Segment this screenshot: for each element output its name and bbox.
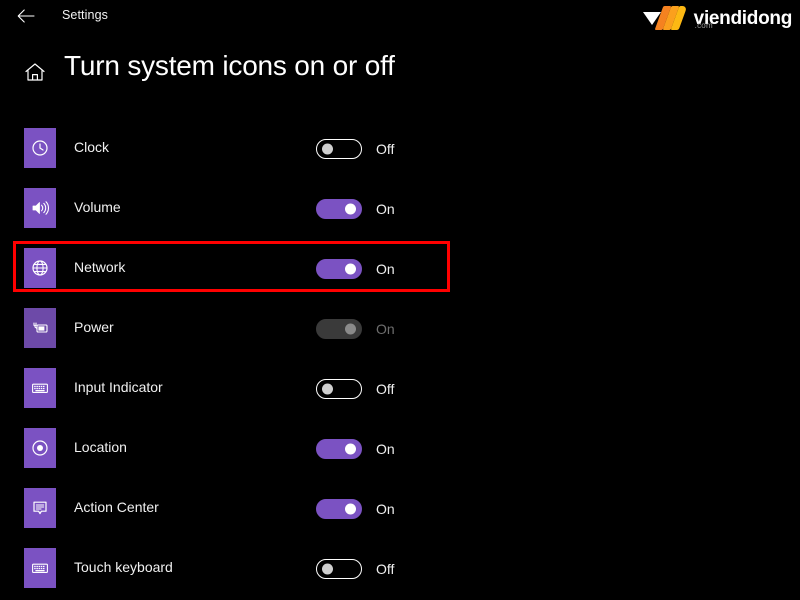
setting-label: Location [74,439,127,455]
setting-row-touch-keyboard[interactable]: Touch keyboard Off [0,538,800,598]
toggle-wrap: On [316,199,395,219]
toggle-wrap: Off [316,139,394,159]
toggle-wrap: On [316,319,395,339]
page-title: Turn system icons on or off [64,50,395,81]
toggle-wrap: On [316,439,395,459]
toggle-state-label: Off [376,561,395,577]
watermark-tld: .com [694,20,713,30]
setting-label: Action Center [74,499,159,515]
keyboard-icon [24,368,56,408]
network-globe-icon [24,248,56,288]
titlebar-title: Settings [62,8,108,22]
toggle-state-label: Off [376,381,395,397]
titlebar: Settings viendidong .com [0,0,800,32]
toggle-switch-clock[interactable] [316,139,362,159]
notification-icon [24,488,56,528]
setting-row-volume[interactable]: Volume On [0,178,800,238]
toggle-state-label: On [376,261,395,277]
toggle-wrap: Off [316,559,394,579]
back-arrow-icon [17,9,35,23]
toggle-switch-touch-keyboard[interactable] [316,559,362,579]
watermark-logo: viendidong .com [642,4,792,32]
setting-label: Volume [74,199,121,215]
location-target-icon [24,428,56,468]
setting-row-network[interactable]: Network On [0,238,800,298]
setting-row-clock[interactable]: Clock Off [0,118,800,178]
toggle-switch-input-indicator[interactable] [316,379,362,399]
toggle-switch-network[interactable] [316,259,362,279]
toggle-switch-action-center[interactable] [316,499,362,519]
toggle-wrap: On [316,259,395,279]
setting-row-action-center[interactable]: Action Center On [0,478,800,538]
settings-list: Clock Off Volume On Network On Power On … [0,118,800,598]
setting-label: Touch keyboard [74,559,173,575]
home-icon[interactable] [22,59,48,85]
toggle-state-label: On [376,441,395,457]
setting-row-location[interactable]: Location On [0,418,800,478]
watermark-mark-icon [642,5,690,31]
toggle-switch-power [316,319,362,339]
setting-label: Input Indicator [74,379,163,395]
toggle-switch-volume[interactable] [316,199,362,219]
setting-label: Clock [74,139,110,155]
toggle-state-label: On [376,201,395,217]
toggle-state-label: Off [376,141,395,157]
clock-icon [24,128,56,168]
toggle-state-label: On [376,501,395,517]
back-button[interactable] [12,4,40,28]
setting-row-input-indicator[interactable]: Input Indicator Off [0,358,800,418]
page-header: Turn system icons on or off [0,50,800,96]
setting-label: Power [74,319,114,335]
toggle-state-label: On [376,321,395,337]
setting-label: Network [74,259,126,275]
toggle-wrap: Off [316,379,394,399]
setting-row-power: Power On [0,298,800,358]
power-battery-icon [24,308,56,348]
toggle-wrap: On [316,499,395,519]
toggle-switch-location[interactable] [316,439,362,459]
keyboard-icon [24,548,56,588]
volume-icon [24,188,56,228]
